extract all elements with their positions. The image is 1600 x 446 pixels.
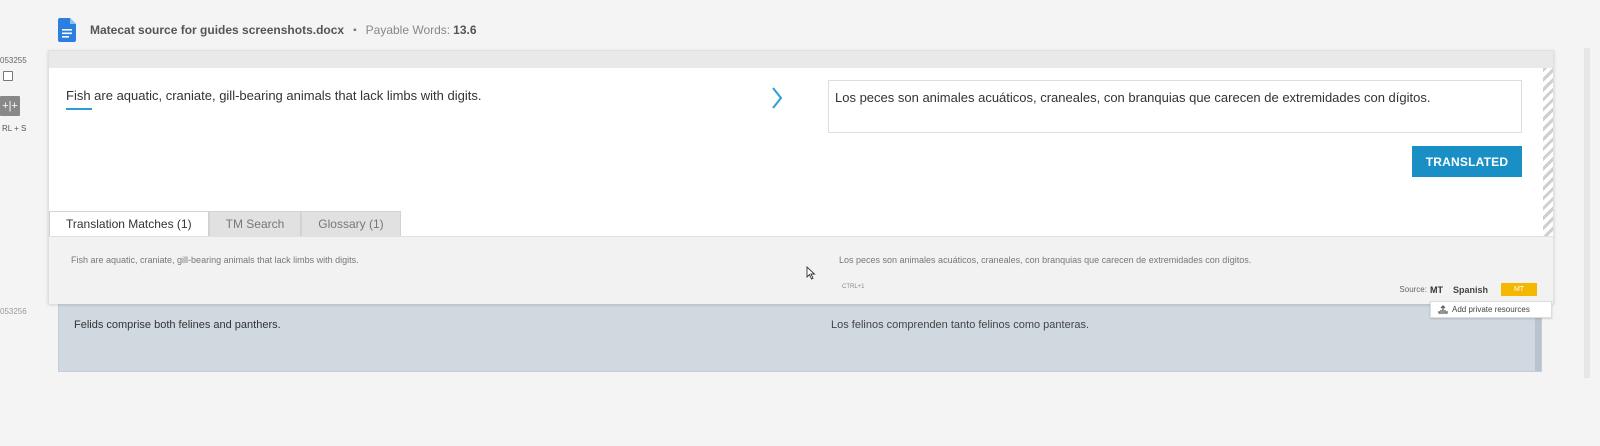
payable-words-value: 13.6 [453,23,477,37]
match-source-text[interactable]: Fish are aquatic, craniate, gill-bearing… [71,255,359,265]
cloud-upload-icon [1438,305,1448,314]
chevron-right-icon [769,85,785,111]
target-editor[interactable]: Los peces son animales acuáticos, cranea… [828,80,1522,133]
match-source-value: MT [1429,284,1443,295]
source-text: Fish are aquatic, craniate, gill-bearing… [66,88,482,103]
file-name: Matecat source for guides screenshots.do… [90,23,345,37]
add-private-resources-label: Add private resources [1452,305,1530,314]
tab-bar: Translation Matches (1) TM Search Glossa… [49,211,401,236]
match-shortcut: CTRL+1 [842,284,865,290]
split-segment-button[interactable]: +|+ [0,96,20,116]
match-language: Spanish [1452,284,1488,295]
match-source-label: Source: [1399,285,1427,294]
add-private-resources-button[interactable]: Add private resources [1430,301,1552,318]
match-type-badge: MT [1501,283,1537,296]
segment-id: 053255 [0,56,27,65]
segment-shortcut: RL + S [2,124,27,133]
header-separator: ▪ [353,24,357,36]
source-word-underline [66,108,92,110]
document-icon [58,18,76,42]
translated-button[interactable]: TRANSLATED [1412,146,1522,177]
active-segment: Fish are aquatic, craniate, gill-bearing… [48,50,1554,304]
payable-words-label: Payable Words: [365,23,451,37]
match-target-text[interactable]: Los peces son animales acuáticos, cranea… [839,255,1251,265]
file-header: Matecat source for guides screenshots.do… [58,16,477,44]
match-meta: Source: MT Spanish MT [1399,283,1537,296]
tab-translation-matches[interactable]: Translation Matches (1) [49,211,209,236]
segment-checkbox[interactable] [3,71,13,81]
translation-matches-panel: Fish are aquatic, craniate, gill-bearing… [49,236,1553,304]
tab-tm-search[interactable]: TM Search [208,211,302,236]
segment-top-bar [49,51,1553,68]
mouse-cursor-icon [806,265,816,280]
page-scrollbar[interactable] [1584,48,1590,378]
next-segment-source: Felids comprise both felines and panther… [74,319,281,331]
next-segment-id: 053256 [0,307,27,316]
tab-glossary[interactable]: Glossary (1) [301,211,401,236]
next-segment-target[interactable]: Los felinos comprenden tanto felinos com… [831,319,1089,331]
next-segment[interactable]: Felids comprise both felines and panther… [58,297,1542,372]
